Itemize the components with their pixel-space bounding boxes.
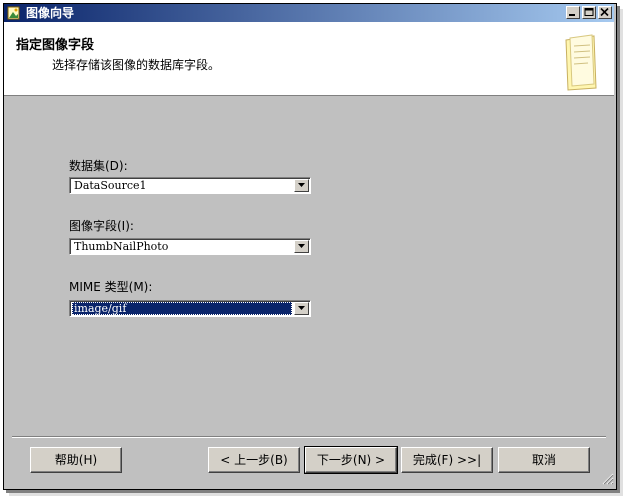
dataset-label: 数据集(D): xyxy=(69,159,128,173)
title-bar[interactable]: 图像向导 xyxy=(4,4,614,22)
next-button[interactable]: 下一步(N) > xyxy=(304,446,398,474)
help-button[interactable]: 帮助(H) xyxy=(30,447,122,473)
resize-grip-icon[interactable] xyxy=(602,473,614,488)
back-button[interactable]: < 上一步(B) xyxy=(208,447,300,473)
chevron-down-icon[interactable] xyxy=(294,179,309,192)
image-field-combo[interactable]: ThumbNailPhoto xyxy=(69,238,311,255)
chevron-down-icon[interactable] xyxy=(294,240,309,253)
mime-type-label: MIME 类型(M): xyxy=(69,280,153,294)
maximize-icon[interactable] xyxy=(582,6,596,19)
chevron-down-icon[interactable] xyxy=(294,302,309,315)
wizard-header: 指定图像字段 选择存储该图像的数据库字段。 xyxy=(4,22,614,96)
image-field-value: ThumbNailPhoto xyxy=(74,240,169,253)
minimize-icon[interactable] xyxy=(566,6,580,19)
screenshot-frame: 图像向导 指定图像字段 选择存储该图像的数据库字段。 数据集(D): DataS… xyxy=(0,0,626,500)
finish-button[interactable]: 完成(F) >>| xyxy=(401,447,493,473)
page-title: 指定图像字段 xyxy=(16,38,95,53)
page-subtitle: 选择存储该图像的数据库字段。 xyxy=(52,58,221,72)
mime-type-value: image/gif xyxy=(72,302,292,315)
app-icon xyxy=(6,5,22,21)
close-icon[interactable] xyxy=(598,6,612,19)
footer-divider-highlight xyxy=(12,437,606,438)
dataset-value: DataSource1 xyxy=(74,179,147,192)
cancel-button[interactable]: 取消 xyxy=(498,447,590,473)
wizard-page-icon xyxy=(562,34,600,95)
window-title: 图像向导 xyxy=(26,6,75,20)
image-field-label: 图像字段(I): xyxy=(69,219,134,233)
mime-type-combo[interactable]: image/gif xyxy=(69,300,311,317)
dataset-combo[interactable]: DataSource1 xyxy=(69,177,311,194)
